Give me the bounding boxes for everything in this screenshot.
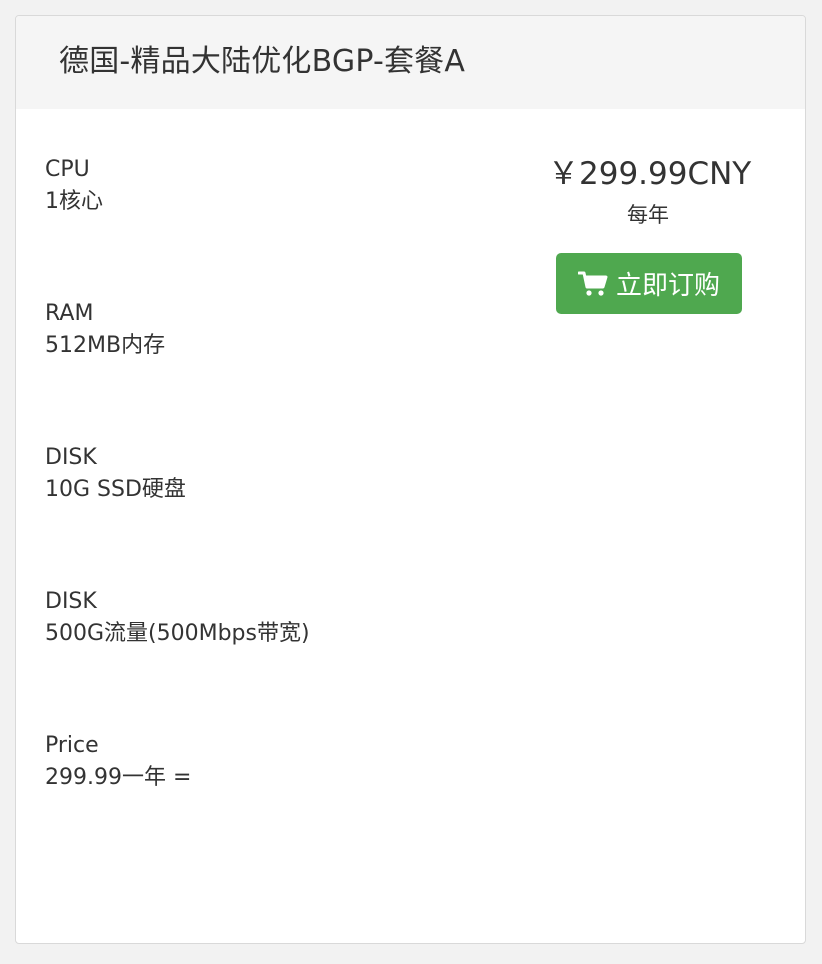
- product-card-body: CPU 1核心 RAM 512MB内存 DISK 10G SSD硬盘 DISK …: [16, 109, 805, 943]
- spec-label-price: Price: [45, 733, 99, 758]
- spec-value-disk: 10G SSD硬盘: [45, 477, 186, 502]
- price-amount: ￥299.99CNY: [548, 156, 752, 192]
- spec-label-ram: RAM: [45, 301, 94, 326]
- product-card-header: 德国-精品大陆优化BGP-套餐A: [16, 16, 805, 109]
- spec-value-bandwidth: 500G流量(500Mbps带宽): [45, 621, 310, 646]
- spec-label-disk: DISK: [45, 445, 97, 470]
- price-period: 每年: [627, 203, 669, 227]
- pricing-block: ￥299.99CNY 每年: [548, 154, 752, 230]
- spec-cpu: CPU 1核心: [45, 154, 103, 218]
- product-title: 德国-精品大陆优化BGP-套餐A: [59, 43, 466, 79]
- spec-value-price: 299.99一年 =: [45, 765, 192, 790]
- order-now-label: 立即订购: [615, 271, 720, 301]
- spec-label-cpu: CPU: [45, 157, 90, 182]
- spec-disk: DISK 10G SSD硬盘: [45, 442, 186, 506]
- product-card: 德国-精品大陆优化BGP-套餐A CPU 1核心 RAM 512MB内存 DIS…: [15, 15, 806, 944]
- spec-price: Price 299.99一年 =: [45, 730, 191, 794]
- spec-bandwidth: DISK 500G流量(500Mbps带宽): [45, 586, 310, 650]
- order-now-button[interactable]: 立即订购: [556, 253, 742, 314]
- spec-value-ram: 512MB内存: [45, 333, 166, 358]
- spec-value-cpu: 1核心: [45, 189, 103, 214]
- spec-label-bandwidth: DISK: [45, 589, 97, 614]
- spec-ram: RAM 512MB内存: [45, 298, 165, 362]
- shopping-cart-icon: [577, 270, 608, 298]
